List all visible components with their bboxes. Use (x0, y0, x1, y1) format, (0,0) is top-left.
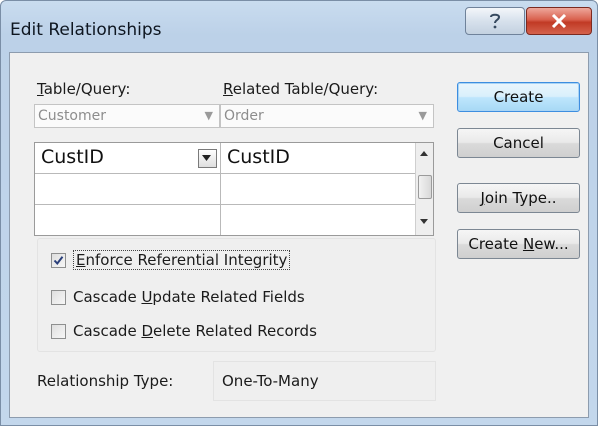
enforce-integrity-label: Enforce Referential Integrity (73, 250, 291, 270)
scroll-up-icon[interactable] (420, 151, 428, 156)
table-query-label: Table/Query: (37, 80, 131, 98)
question-icon (490, 13, 501, 29)
field-grid[interactable]: CustID CustID (34, 142, 434, 236)
close-icon (551, 14, 567, 28)
join-type-button[interactable]: Join Type.. (457, 183, 580, 213)
grid-cell-related-field[interactable]: CustID (221, 143, 423, 171)
table-query-combo[interactable]: Customer ▼ (34, 104, 220, 128)
relationship-type-label: Relationship Type: (37, 372, 174, 390)
create-new-button[interactable]: Create New... (457, 229, 580, 259)
field-dropdown-button[interactable] (198, 149, 217, 168)
help-button[interactable] (465, 7, 525, 35)
grid-cell-related-field[interactable] (221, 205, 423, 235)
close-button[interactable] (526, 7, 592, 35)
grid-cell-related-field[interactable] (221, 174, 423, 204)
scroll-down-icon[interactable] (420, 219, 428, 224)
window-title: Edit Relationships (10, 20, 162, 40)
enforce-integrity-checkbox[interactable] (51, 252, 66, 268)
check-icon (53, 255, 64, 265)
cascade-delete-option[interactable]: Cascade Delete Related Records (51, 322, 317, 340)
chevron-down-icon (202, 155, 211, 161)
relationship-type-value: One-To-Many (222, 372, 319, 390)
chevron-down-icon: ▼ (204, 109, 213, 122)
grid-scrollbar[interactable] (415, 143, 433, 235)
related-table-query-value: Order (224, 108, 264, 124)
create-button[interactable]: Create (457, 82, 580, 112)
related-table-query-label: Related Table/Query: (223, 80, 379, 98)
grid-cell-table-field[interactable] (35, 205, 226, 235)
related-table-query-combo[interactable]: Order ▼ (220, 104, 434, 128)
cascade-update-label: Cascade Update Related Fields (73, 288, 305, 306)
chevron-down-icon: ▼ (418, 109, 427, 122)
scroll-thumb[interactable] (418, 175, 432, 199)
table-query-value: Customer (38, 108, 107, 124)
cascade-update-checkbox[interactable] (51, 289, 66, 305)
cascade-delete-checkbox[interactable] (51, 323, 66, 339)
grid-cell-table-field[interactable] (35, 174, 226, 204)
cancel-button[interactable]: Cancel (457, 128, 580, 158)
cascade-update-option[interactable]: Cascade Update Related Fields (51, 288, 305, 306)
enforce-integrity-option[interactable]: Enforce Referential Integrity (51, 250, 291, 270)
cascade-delete-label: Cascade Delete Related Records (73, 322, 317, 340)
